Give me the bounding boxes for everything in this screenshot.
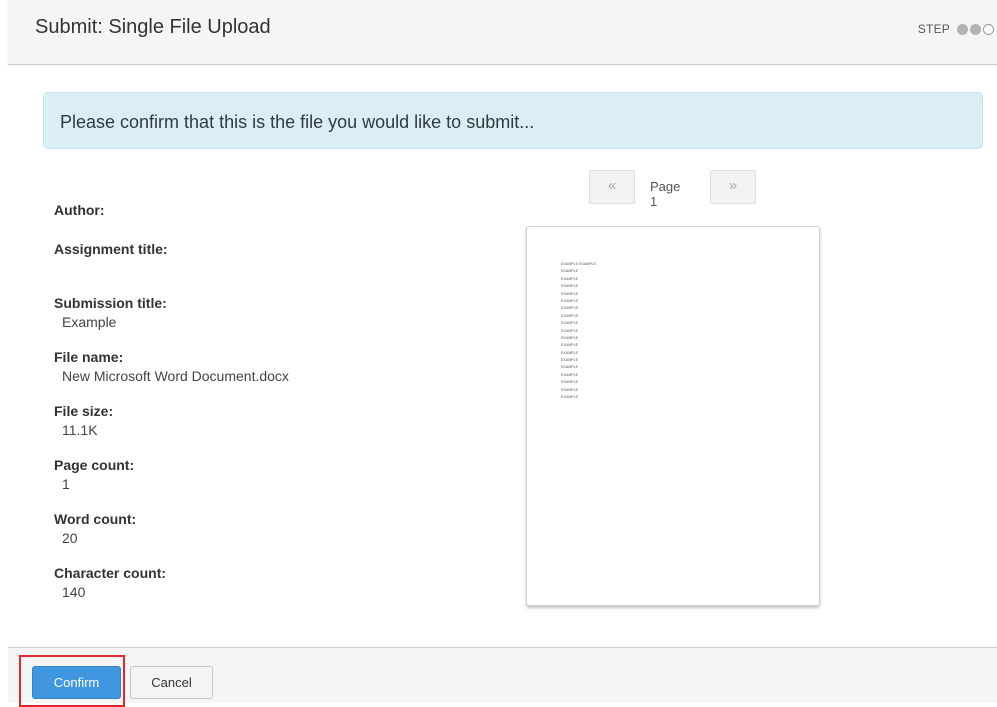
alert-message: Please confirm that this is the file you…: [60, 112, 535, 132]
preview-line: EXAMPLE: [561, 358, 578, 363]
submission-title-label: Submission title:: [54, 295, 167, 311]
preview-line: EXAMPLE: [561, 269, 578, 274]
file-name-field: File name: New Microsoft Word Document.d…: [54, 349, 289, 384]
preview-line: EXAMPLE: [561, 365, 578, 370]
author-field: Author:: [54, 202, 105, 221]
step-3-dot-icon: [983, 23, 994, 35]
page-indicator: Page 1: [650, 179, 681, 209]
word-count-field: Word count: 20: [54, 511, 136, 546]
submission-title-field: Submission title: Example: [54, 295, 167, 330]
assignment-title-field: Assignment title:: [54, 241, 168, 260]
file-size-value: 11.1K: [62, 422, 98, 438]
preview-line: EXAMPLE: [561, 387, 578, 392]
confirm-button[interactable]: Confirm: [32, 666, 121, 699]
page-count-field: Page count: 1: [54, 457, 134, 492]
preview-line: EXAMPLE EXAMPLE: [561, 262, 596, 266]
page-title: Submit: Single File Upload: [35, 16, 271, 38]
assignment-title-label: Assignment title:: [54, 241, 168, 257]
document-preview: EXAMPLE EXAMPLE EXAMPLE EXAMPLE EXAMPLE EXAM…: [526, 226, 820, 606]
step-indicator: STEP: [918, 22, 994, 36]
step-1-dot-icon: [957, 23, 968, 35]
step-2-dot-icon: [970, 23, 981, 35]
preview-line: EXAMPLE: [561, 276, 578, 281]
page-header: Submit: Single File Upload STEP: [8, 0, 997, 65]
previous-page-button[interactable]: «: [589, 170, 635, 204]
preview-line: EXAMPLE: [561, 306, 578, 311]
submission-title-value: Example: [62, 314, 117, 330]
preview-line: EXAMPLE: [561, 380, 578, 385]
file-size-field: File size: 11.1K: [54, 403, 113, 438]
next-page-button[interactable]: »: [710, 170, 756, 204]
character-count-field: Character count: 140: [54, 565, 166, 600]
word-count-label: Word count:: [54, 511, 137, 527]
preview-line: EXAMPLE: [561, 291, 578, 296]
page-count-value: 1: [62, 476, 70, 492]
preview-line: EXAMPLE: [561, 343, 578, 348]
preview-line: EXAMPLE: [561, 313, 578, 318]
preview-line: EXAMPLE: [561, 298, 578, 303]
character-count-label: Character count:: [54, 565, 167, 581]
word-count-value: 20: [62, 530, 78, 546]
step-label: STEP: [917, 22, 950, 36]
preview-line: EXAMPLE: [561, 350, 578, 355]
author-label: Author:: [54, 202, 105, 218]
preview-line: EXAMPLE: [561, 395, 578, 400]
preview-line: EXAMPLE: [561, 372, 578, 377]
preview-line: EXAMPLE: [561, 328, 578, 333]
preview-text: EXAMPLE EXAMPLE EXAMPLE EXAMPLE EXAMPLE EXAM…: [561, 261, 596, 401]
confirmation-alert: Please confirm that this is the file you…: [43, 92, 983, 149]
page-count-label: Page count:: [54, 457, 135, 473]
file-name-label: File name:: [54, 349, 124, 365]
preview-line: EXAMPLE: [561, 335, 578, 340]
character-count-value: 140: [62, 584, 86, 600]
preview-line: EXAMPLE: [561, 284, 578, 289]
preview-line: EXAMPLE: [561, 321, 578, 326]
file-name-value: New Microsoft Word Document.docx: [62, 368, 289, 384]
cancel-button[interactable]: Cancel: [130, 666, 213, 699]
file-size-label: File size:: [54, 403, 114, 419]
